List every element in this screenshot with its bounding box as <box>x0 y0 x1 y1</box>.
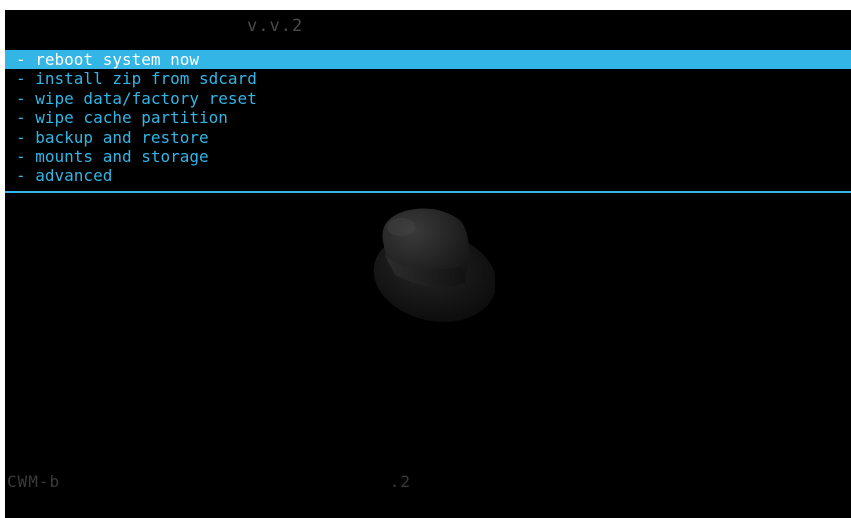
menu-item-reboot-system-now[interactable]: - reboot system now <box>5 50 851 70</box>
menu-divider <box>5 191 851 193</box>
menu-item-mounts-and-storage[interactable]: - mounts and storage <box>5 147 851 166</box>
menu-item-backup-and-restore[interactable]: - backup and restore <box>5 128 851 147</box>
recovery-status-line: CWM-b .2 <box>7 472 412 491</box>
menu-item-wipe-cache-partition[interactable]: - wipe cache partition <box>5 108 851 127</box>
recovery-menu: - reboot system now - install zip from s… <box>5 50 851 186</box>
recovery-screen: v.v.2 - reboot system now - install zip … <box>5 10 851 518</box>
menu-item-advanced[interactable]: - advanced <box>5 166 851 185</box>
recovery-version-title: v.v.2 <box>247 16 304 36</box>
menu-item-install-zip-from-sdcard[interactable]: - install zip from sdcard <box>5 69 851 88</box>
menu-item-wipe-data-factory-reset[interactable]: - wipe data/factory reset <box>5 89 851 108</box>
clockworkmod-hat-icon <box>373 208 495 322</box>
